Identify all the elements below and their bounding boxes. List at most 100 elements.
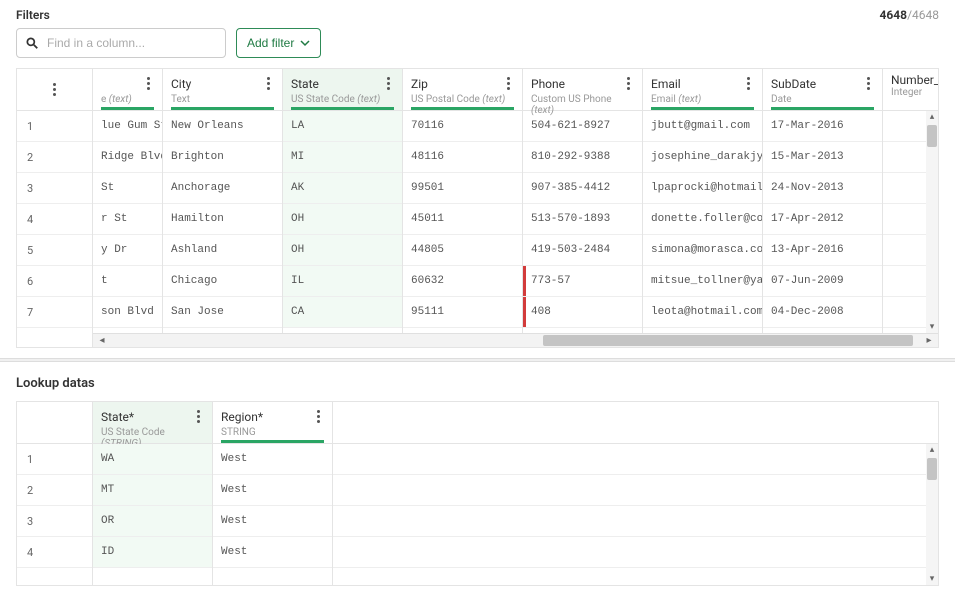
table-cell[interactable]: AK [283,173,402,204]
table-cell[interactable]: 810-292-9388 [523,142,642,173]
table-cell[interactable]: 13-Apr-2016 [763,235,882,266]
table-cell[interactable]: Hamilton [163,204,282,235]
table-cell[interactable]: 17-Mar-2016 [763,111,882,142]
table-cell [333,444,938,475]
table-cell[interactable]: West [213,444,332,475]
table-cell[interactable]: 70116 [403,111,522,142]
table-cell[interactable]: West [213,537,332,568]
table-cell[interactable]: 907-385-4412 [523,173,642,204]
scroll-right-arrow[interactable]: ▸ [920,335,938,346]
table-cell[interactable]: West [213,506,332,537]
table-cell[interactable]: jbutt@gmail.com [643,111,762,142]
vertical-scroll-thumb[interactable] [927,125,937,147]
table-cell[interactable]: 04-Dec-2008 [763,297,882,328]
table-cell[interactable]: lue Gum St [93,111,162,142]
column-header[interactable]: State*US State Code (STRING) [93,402,212,444]
scroll-up-arrow[interactable]: ▴ [926,444,938,456]
scroll-left-arrow[interactable]: ◂ [93,335,111,346]
table-cell[interactable]: San Jose [163,297,282,328]
main-horizontal-scrollbar[interactable]: ◂ ▸ [93,333,938,347]
table-cell[interactable]: Ashland [163,235,282,266]
column-menu-button[interactable] [143,73,154,94]
table-cell[interactable]: 504-621-8927 [523,111,642,142]
main-vertical-scrollbar[interactable]: ▴ ▾ [926,111,938,333]
table-cell[interactable]: 408 [523,297,642,328]
scroll-down-arrow[interactable]: ▾ [926,573,938,585]
table-cell[interactable]: 99501 [403,173,522,204]
column-menu-button[interactable] [383,73,394,94]
column-header[interactable]: ZipUS Postal Code (text) [403,69,522,111]
table-cell[interactable]: lpaprocki@hotmail.… [643,173,762,204]
table-cell[interactable]: OR [93,506,212,537]
table-cell[interactable]: ID [93,537,212,568]
table-cell[interactable]: t [93,266,162,297]
section-divider [0,358,955,362]
table-cell[interactable]: 48116 [403,142,522,173]
table-cell[interactable]: leota@hotmail.com [643,297,762,328]
lookup-vertical-scrollbar[interactable]: ▴ ▾ [926,444,938,585]
column-header[interactable]: e (text) [93,69,162,111]
table-cell[interactable]: West [213,475,332,506]
table-cell[interactable]: 07-Jun-2009 [763,266,882,297]
cell-value: New Orleans [171,120,244,132]
vertical-scroll-thumb[interactable] [927,458,937,480]
table-cell[interactable]: 513-570-1893 [523,204,642,235]
table-cell[interactable]: 773-57 [523,266,642,297]
column-header[interactable]: Number_ofInteger [883,69,939,111]
table-cell[interactable]: 45011 [403,204,522,235]
table-cell[interactable]: WA [93,444,212,475]
table-cell[interactable]: MI [283,142,402,173]
horizontal-scroll-thumb[interactable] [543,335,913,346]
table-cell[interactable]: r St [93,204,162,235]
column-header[interactable]: StateUS State Code (text) [283,69,402,111]
column-menu-button[interactable] [863,73,874,94]
table-cell[interactable]: 95111 [403,297,522,328]
table-cell[interactable]: New Orleans [163,111,282,142]
column-menu-button[interactable] [49,79,60,100]
table-cell[interactable]: simona@morasca.com [643,235,762,266]
table-cell[interactable]: 44805 [403,235,522,266]
column-menu-button[interactable] [623,73,634,94]
table-cell[interactable]: St [93,173,162,204]
table-cell[interactable]: IL [283,266,402,297]
cell-value: Brighton [171,151,224,163]
column-menu-button[interactable] [503,73,514,94]
table-cell[interactable]: OH [283,204,402,235]
filter-search-input[interactable] [45,35,217,51]
table-cell[interactable]: CA [283,297,402,328]
table-cell[interactable]: 60632 [403,266,522,297]
column-type: e (text) [101,94,154,105]
table-cell[interactable]: MT [93,475,212,506]
table-cell[interactable]: Chicago [163,266,282,297]
column-header[interactable]: PhoneCustom US Phone (text) [523,69,642,111]
table-cell[interactable]: 419-503-2484 [523,235,642,266]
table-cell[interactable]: y Dr [93,235,162,266]
search-icon [25,36,39,50]
scroll-up-arrow[interactable]: ▴ [926,111,938,123]
table-cell[interactable]: son Blvd [93,297,162,328]
table-cell[interactable]: 17-Apr-2012 [763,204,882,235]
filter-search-wrap[interactable] [16,28,226,58]
column-header[interactable]: EmailEmail (text) [643,69,762,111]
table-cell[interactable]: Anchorage [163,173,282,204]
table-cell[interactable]: 24-Nov-2013 [763,173,882,204]
table-cell[interactable]: Brighton [163,142,282,173]
column-menu-button[interactable] [743,73,754,94]
table-cell[interactable]: LA [283,111,402,142]
scroll-down-arrow[interactable]: ▾ [926,321,938,333]
column-header[interactable]: SubDateDate [763,69,882,111]
column-menu-button[interactable] [193,406,204,427]
column-header[interactable]: Region*STRING [213,402,332,444]
row-number: 1 [17,111,92,142]
column-menu-button[interactable] [263,73,274,94]
table-cell[interactable]: donette.foller@cox… [643,204,762,235]
column-header[interactable]: CityText [163,69,282,111]
table-cell[interactable]: 15-Mar-2013 [763,142,882,173]
table-cell[interactable]: josephine_darakjy@… [643,142,762,173]
row-number: 2 [17,475,92,506]
table-cell[interactable]: mitsue_tollner@yah… [643,266,762,297]
table-cell[interactable]: OH [283,235,402,266]
table-cell[interactable]: Ridge Blvd [93,142,162,173]
add-filter-button[interactable]: Add filter [236,28,321,58]
column-menu-button[interactable] [313,406,324,427]
